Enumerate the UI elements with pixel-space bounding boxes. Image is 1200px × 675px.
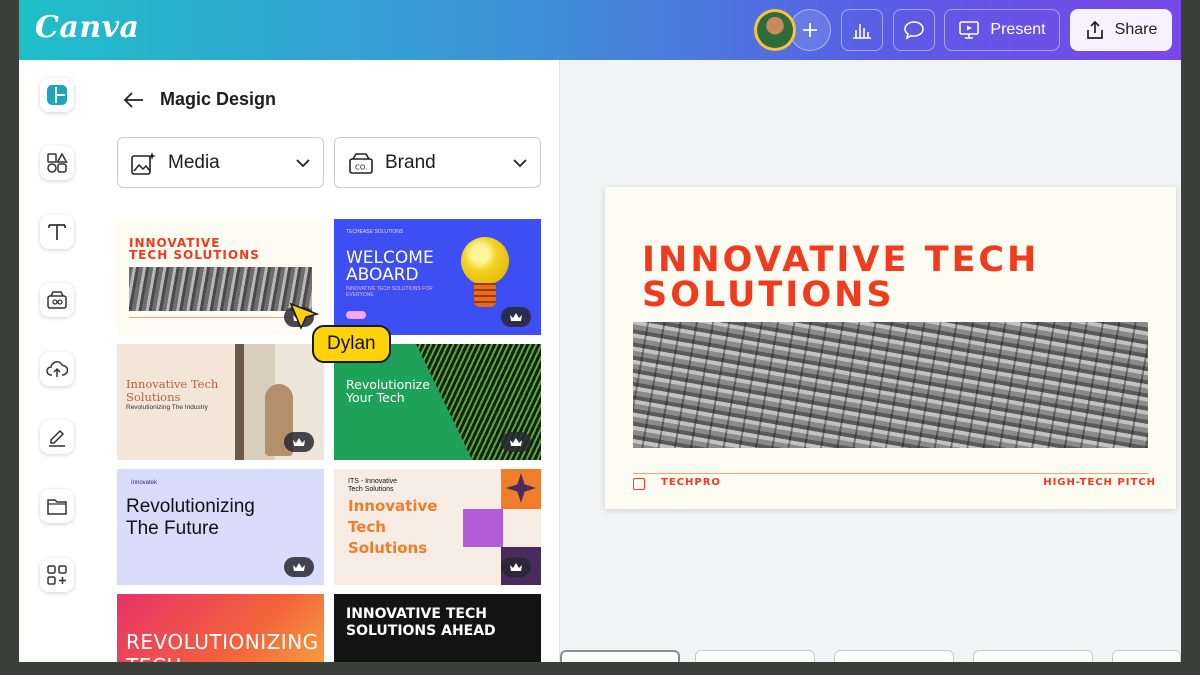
template-thumbnail-8[interactable]: INNOVATIVE TECH SOLUTIONS AHEAD [334, 594, 541, 662]
page-thumbnail-4[interactable] [973, 650, 1093, 662]
panel-title: Magic Design [160, 89, 277, 109]
premium-badge [284, 557, 314, 577]
premium-badge [501, 557, 531, 577]
draw-tab[interactable] [40, 420, 74, 454]
aerial-photo [129, 267, 312, 311]
elements-tab[interactable] [40, 146, 74, 180]
slide-title[interactable]: INNOVATIVE TECH SOLUTIONS [642, 243, 1039, 313]
slide-brand[interactable]: TECHPRO [661, 477, 721, 488]
techpro-logo-icon [633, 478, 645, 490]
share-label: Share [1114, 21, 1158, 38]
text-icon [48, 224, 66, 240]
insights-button[interactable] [841, 9, 883, 51]
media-dropdown[interactable]: Media [117, 137, 324, 188]
template-title: Innovative Tech Solutions [348, 497, 438, 557]
design-tab[interactable] [40, 78, 74, 112]
page-thumbnail-5[interactable] [1112, 650, 1181, 662]
brand-kit-icon: CO. [349, 152, 373, 174]
brand-tab[interactable] [40, 283, 74, 317]
template-thumbnail-6[interactable]: ITS - Innovative Tech Solutions Innovativ… [334, 469, 541, 585]
canva-logo[interactable]: Canva [35, 10, 140, 45]
share-button[interactable]: Share [1070, 9, 1172, 51]
template-small-text: ITS - Innovative Tech Solutions [348, 478, 398, 493]
template-title: Innovative Tech Solutions [126, 377, 219, 404]
brand-dropdown[interactable]: CO. Brand [334, 137, 541, 188]
svg-text:CO.: CO. [355, 163, 367, 171]
magic-media-icon [131, 151, 156, 175]
collaborator-name-tag: Dylan [312, 325, 391, 363]
back-arrow-icon[interactable] [123, 90, 145, 110]
slide-divider [633, 473, 1148, 474]
lightbulb-base [474, 283, 496, 307]
brand-label: Brand [385, 151, 436, 173]
folder-icon [47, 499, 67, 515]
template-title: WELCOME ABOARD [346, 248, 434, 285]
arrow-pill [346, 311, 366, 319]
comments-button[interactable] [893, 9, 935, 51]
slide-tagline[interactable]: HIGH-TECH PITCH [1043, 477, 1156, 488]
template-subtitle: INNOVATIVE TECH SOLUTIONS FOR EVERYONE [346, 286, 433, 298]
plus-icon [803, 23, 817, 37]
share-icon [1086, 20, 1103, 39]
present-button[interactable]: Present [944, 9, 1060, 51]
crown-icon [510, 563, 522, 571]
template-title: INNOVATIVE TECH SOLUTIONS [129, 236, 260, 262]
media-label: Media [168, 151, 220, 173]
premium-badge [284, 432, 314, 452]
page-strip [560, 650, 1181, 662]
crown-icon [293, 438, 305, 446]
bar-chart-icon [853, 24, 871, 39]
premium-badge [501, 307, 531, 327]
premium-badge [501, 432, 531, 452]
uploads-tab[interactable] [40, 352, 74, 386]
template-thumbnail-5[interactable]: Innovatek Revolutionizing The Future [117, 469, 324, 585]
page-thumbnail-3[interactable] [834, 650, 954, 662]
canva-editor: Canva Present Share Magic Design Media C… [19, 0, 1181, 662]
crown-icon [510, 438, 522, 446]
apps-tab[interactable] [40, 558, 74, 592]
design-icon [47, 85, 67, 105]
template-small-text: TECHEASE SOLUTIONS [346, 229, 404, 235]
chevron-down-icon [513, 158, 527, 167]
uploads-icon [46, 361, 68, 377]
side-rail [19, 60, 97, 662]
purple-square [463, 509, 503, 547]
template-title: INNOVATIVE TECH SOLUTIONS AHEAD [346, 606, 496, 639]
crown-icon [510, 313, 522, 321]
present-label: Present [990, 21, 1046, 38]
template-subtitle: Revolutionizing The Industry [126, 404, 208, 411]
template-title: REVOLUTIONIZINGTECH [126, 630, 319, 662]
apps-icon [47, 565, 67, 585]
crown-icon [293, 563, 305, 571]
template-thumbnail-3[interactable]: Innovative Tech Solutions Revolutionizing… [117, 344, 324, 460]
template-title: Revolutionize Your Tech [346, 377, 430, 405]
brand-icon [47, 291, 67, 309]
text-tab[interactable] [40, 215, 74, 249]
draw-icon [49, 429, 65, 447]
user-avatar[interactable] [754, 9, 796, 51]
template-thumbnail-7[interactable]: REVOLUTIONIZINGTECH [117, 594, 324, 662]
present-icon [959, 21, 980, 39]
slide-aerial-photo[interactable] [633, 322, 1148, 448]
projects-tab[interactable] [40, 489, 74, 523]
comment-icon [904, 21, 924, 40]
template-title: Revolutionizing The Future [126, 496, 255, 539]
page-thumbnail-2[interactable] [695, 650, 815, 662]
slide-canvas[interactable]: INNOVATIVE TECH SOLUTIONS TECHPRO HIGH-TE… [605, 187, 1176, 509]
page-thumbnail-1[interactable] [560, 650, 680, 662]
lightbulb-graphic [461, 237, 509, 285]
template-small-text: Innovatek [131, 480, 158, 486]
top-bar: Canva Present Share [19, 0, 1181, 60]
template-thumbnail-2[interactable]: TECHEASE SOLUTIONS WELCOME ABOARD INNOVAT… [334, 219, 541, 335]
chevron-down-icon [296, 158, 310, 167]
elements-icon [47, 152, 68, 173]
